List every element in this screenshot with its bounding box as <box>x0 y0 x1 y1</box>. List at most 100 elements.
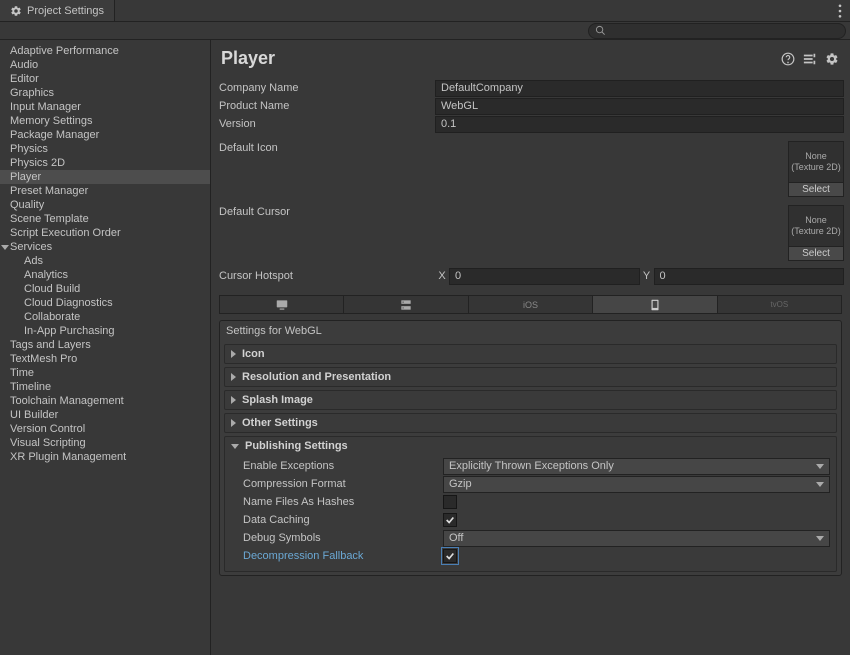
chevron-down-icon <box>816 464 824 469</box>
dropdown-value: Explicitly Thrown Exceptions Only <box>449 460 614 472</box>
sidebar-item-toolchain[interactable]: Toolchain Management <box>0 394 210 408</box>
page-title: Player <box>221 48 774 69</box>
chevron-down-icon <box>816 536 824 541</box>
titlebar: Project Settings <box>0 0 850 22</box>
sidebar-item-scene-template[interactable]: Scene Template <box>0 212 210 226</box>
sidebar-item-iap[interactable]: In-App Purchasing <box>0 324 210 338</box>
product-name-input[interactable] <box>435 98 844 115</box>
platform-tab-ios[interactable]: iOS <box>469 295 593 314</box>
sidebar-item-label: Services <box>10 241 52 253</box>
sidebar-item-player[interactable]: Player <box>0 170 210 184</box>
hotspot-x-label: X <box>435 270 449 282</box>
platform-tab-label: iOS <box>523 300 538 310</box>
sidebar-item-services[interactable]: Services <box>0 240 210 254</box>
sidebar-item-physics[interactable]: Physics <box>0 142 210 156</box>
name-files-label: Name Files As Hashes <box>243 496 443 508</box>
main-panel: Player Company Name Product Name <box>211 40 850 655</box>
sidebar-item-input-manager[interactable]: Input Manager <box>0 100 210 114</box>
hotspot-y-label: Y <box>640 270 654 282</box>
asset-none-text: None <box>805 215 827 226</box>
product-name-label: Product Name <box>217 100 435 112</box>
chevron-right-icon <box>231 350 236 358</box>
platform-tabs: iOS tvOS <box>219 295 842 314</box>
data-caching-label: Data Caching <box>243 514 443 526</box>
preset-button[interactable] <box>802 51 818 67</box>
platform-tab-label: tvOS <box>770 300 788 309</box>
sidebar-item-adaptive-performance[interactable]: Adaptive Performance <box>0 44 210 58</box>
chevron-down-icon <box>816 482 824 487</box>
sidebar-item-cloud-build[interactable]: Cloud Build <box>0 282 210 296</box>
sidebar: Adaptive Performance Audio Editor Graphi… <box>0 40 211 655</box>
default-cursor-preview[interactable]: None (Texture 2D) <box>788 205 844 247</box>
sidebar-item-collaborate[interactable]: Collaborate <box>0 310 210 324</box>
dropdown-value: Off <box>449 532 463 544</box>
company-name-input[interactable] <box>435 80 844 97</box>
sidebar-item-time[interactable]: Time <box>0 366 210 380</box>
default-icon-label: Default Icon <box>217 141 435 154</box>
sidebar-item-textmesh-pro[interactable]: TextMesh Pro <box>0 352 210 366</box>
default-cursor-label: Default Cursor <box>217 205 435 218</box>
default-icon-preview[interactable]: None (Texture 2D) <box>788 141 844 183</box>
data-caching-checkbox[interactable] <box>443 513 457 527</box>
sidebar-item-graphics[interactable]: Graphics <box>0 86 210 100</box>
sidebar-item-audio[interactable]: Audio <box>0 58 210 72</box>
sidebar-item-memory-settings[interactable]: Memory Settings <box>0 114 210 128</box>
enable-exceptions-label: Enable Exceptions <box>243 460 443 472</box>
sidebar-item-editor[interactable]: Editor <box>0 72 210 86</box>
sidebar-item-visual-scripting[interactable]: Visual Scripting <box>0 436 210 450</box>
sidebar-item-analytics[interactable]: Analytics <box>0 268 210 282</box>
fold-resolution[interactable]: Resolution and Presentation <box>225 368 836 386</box>
platform-tab-tvos[interactable]: tvOS <box>718 295 842 314</box>
sidebar-item-physics-2d[interactable]: Physics 2D <box>0 156 210 170</box>
sidebar-item-tags-layers[interactable]: Tags and Layers <box>0 338 210 352</box>
compression-label: Compression Format <box>243 478 443 490</box>
platform-tab-standalone[interactable] <box>219 295 344 314</box>
sidebar-item-ui-builder[interactable]: UI Builder <box>0 408 210 422</box>
default-cursor-select-button[interactable]: Select <box>788 247 844 261</box>
default-icon-select-button[interactable]: Select <box>788 183 844 197</box>
platform-tab-webgl[interactable] <box>593 295 717 314</box>
window-menu-button[interactable] <box>830 0 850 21</box>
window-title: Project Settings <box>27 5 104 17</box>
hotspot-y-input[interactable] <box>654 268 845 285</box>
hotspot-x-input[interactable] <box>449 268 640 285</box>
chevron-right-icon <box>231 419 236 427</box>
name-files-checkbox[interactable] <box>443 495 457 509</box>
fold-icon[interactable]: Icon <box>225 345 836 363</box>
platform-tab-server[interactable] <box>344 295 468 314</box>
compression-dropdown[interactable]: Gzip <box>443 476 830 493</box>
sidebar-item-script-execution-order[interactable]: Script Execution Order <box>0 226 210 240</box>
decompression-checkbox[interactable] <box>443 549 457 563</box>
chevron-right-icon <box>231 396 236 404</box>
fold-other[interactable]: Other Settings <box>225 414 836 432</box>
server-icon <box>399 298 413 312</box>
fold-title: Icon <box>242 348 265 360</box>
sidebar-item-ads[interactable]: Ads <box>0 254 210 268</box>
enable-exceptions-dropdown[interactable]: Explicitly Thrown Exceptions Only <box>443 458 830 475</box>
settings-button[interactable] <box>824 51 840 67</box>
gear-icon <box>10 5 22 17</box>
sidebar-item-preset-manager[interactable]: Preset Manager <box>0 184 210 198</box>
decompression-label: Decompression Fallback <box>243 550 443 562</box>
sidebar-item-timeline[interactable]: Timeline <box>0 380 210 394</box>
sidebar-item-xr-plugin[interactable]: XR Plugin Management <box>0 450 210 464</box>
version-label: Version <box>217 118 435 130</box>
sidebar-item-package-manager[interactable]: Package Manager <box>0 128 210 142</box>
help-button[interactable] <box>780 51 796 67</box>
webgl-icon <box>648 298 662 312</box>
chevron-down-icon <box>231 444 239 449</box>
sidebar-item-version-control[interactable]: Version Control <box>0 422 210 436</box>
sidebar-item-quality[interactable]: Quality <box>0 198 210 212</box>
debug-symbols-dropdown[interactable]: Off <box>443 530 830 547</box>
window-tab[interactable]: Project Settings <box>0 0 115 21</box>
version-input[interactable] <box>435 116 844 133</box>
fold-publishing[interactable]: Publishing Settings <box>225 437 836 455</box>
dropdown-value: Gzip <box>449 478 472 490</box>
fold-splash[interactable]: Splash Image <box>225 391 836 409</box>
asset-type-text: (Texture 2D) <box>791 162 841 173</box>
fold-title: Splash Image <box>242 394 313 406</box>
sidebar-item-cloud-diagnostics[interactable]: Cloud Diagnostics <box>0 296 210 310</box>
search-box[interactable] <box>588 23 846 39</box>
fold-title: Resolution and Presentation <box>242 371 391 383</box>
search-input[interactable] <box>610 25 839 37</box>
